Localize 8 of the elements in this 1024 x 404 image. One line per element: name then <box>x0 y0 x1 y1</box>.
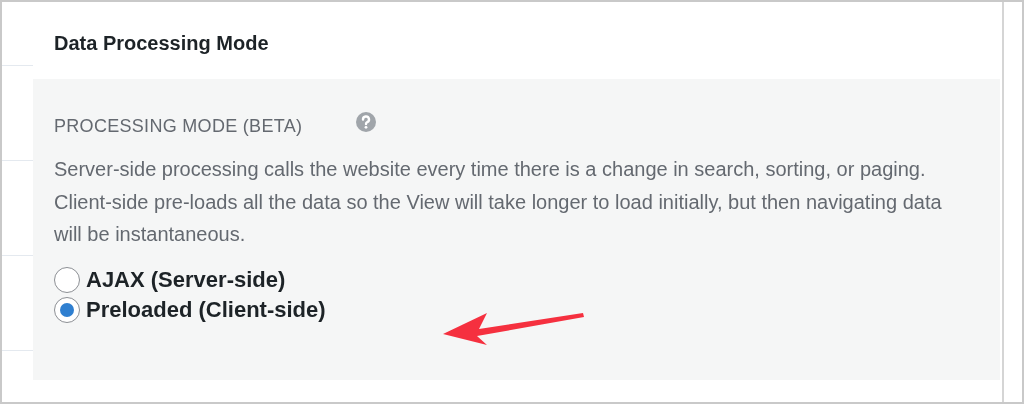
help-icon[interactable] <box>356 112 377 132</box>
radio-button[interactable] <box>54 296 80 323</box>
radio-option[interactable]: Preloaded (Client-side) <box>54 296 980 323</box>
radio-option[interactable]: AJAX (Server-side) <box>54 266 980 293</box>
section-title: Data Processing Mode <box>53 31 270 56</box>
setting-description: Server-side processing calls the website every time there is a change in search, sorting, or paging. Client-side pre-loads all the data so the View will take longer to load initially, but then navigating data will be instantaneous. <box>54 157 943 247</box>
setting-label: PROCESSING MODE (BETA) <box>54 115 303 137</box>
radio-button[interactable] <box>54 266 80 293</box>
